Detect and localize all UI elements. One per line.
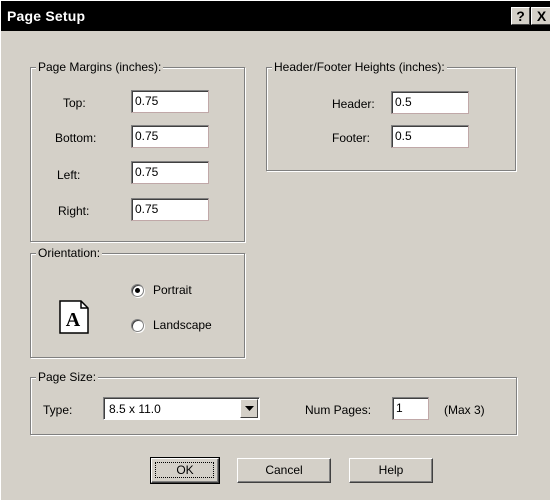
cancel-button-label: Cancel [265, 463, 303, 477]
right-margin-input[interactable]: 0.75 [131, 198, 209, 221]
chevron-down-icon[interactable] [240, 399, 258, 418]
header-footer-legend: Header/Footer Heights (inches): [272, 60, 447, 74]
max-pages-note: (Max 3) [444, 403, 485, 417]
num-pages-input[interactable]: 1 [392, 397, 429, 420]
page-icon-letter: A [66, 309, 81, 331]
ok-button-label: OK [176, 463, 194, 477]
top-margin-input[interactable]: 0.75 [131, 90, 209, 113]
header-height-input[interactable]: 0.5 [391, 91, 469, 114]
radio-selected-dot [135, 288, 140, 293]
type-label: Type: [43, 403, 73, 417]
page-size-legend: Page Size: [36, 370, 99, 384]
header-label: Header: [332, 97, 375, 111]
page-margins-legend: Page Margins (inches): [36, 60, 164, 74]
page-portrait-icon: A [59, 300, 89, 334]
top-label: Top: [63, 96, 86, 110]
help-icon[interactable]: ? [511, 7, 530, 25]
header-footer-group: Header/Footer Heights (inches): Header: … [266, 60, 516, 171]
close-icon[interactable]: X [531, 7, 550, 25]
page-margins-group: Page Margins (inches): Top: 0.75 Bottom:… [30, 60, 245, 242]
cancel-button[interactable]: Cancel [237, 458, 331, 483]
left-margin-input[interactable]: 0.75 [131, 161, 209, 184]
help-button-label: Help [378, 463, 404, 477]
page-size-group: Page Size: Type: 8.5 x 11.0 Num Pages: 1… [30, 370, 517, 435]
orientation-group: Orientation: A Portrait Landscape [30, 246, 245, 358]
footer-height-input[interactable]: 0.5 [391, 125, 469, 148]
footer-label: Footer: [332, 131, 371, 145]
title-bar[interactable]: Page Setup ? X [1, 1, 550, 31]
page-type-select[interactable]: 8.5 x 11.0 [103, 397, 260, 420]
orientation-legend: Orientation: [36, 246, 103, 260]
right-label: Right: [58, 204, 90, 218]
ok-button[interactable]: OK [150, 457, 220, 484]
page-type-value: 8.5 x 11.0 [109, 402, 161, 416]
left-label: Left: [57, 168, 81, 182]
num-pages-label: Num Pages: [305, 403, 372, 417]
help-button[interactable]: Help [349, 458, 433, 483]
bottom-label: Bottom: [55, 131, 97, 145]
portrait-label: Portrait [153, 283, 192, 297]
portrait-radio-button[interactable] [131, 284, 144, 297]
dialog-title: Page Setup [7, 8, 86, 24]
landscape-label: Landscape [153, 318, 212, 332]
landscape-radio-button[interactable] [131, 319, 144, 332]
bottom-margin-input[interactable]: 0.75 [131, 125, 209, 148]
page-setup-dialog: Page Setup ? X Page Margins (inches): To… [0, 0, 550, 500]
